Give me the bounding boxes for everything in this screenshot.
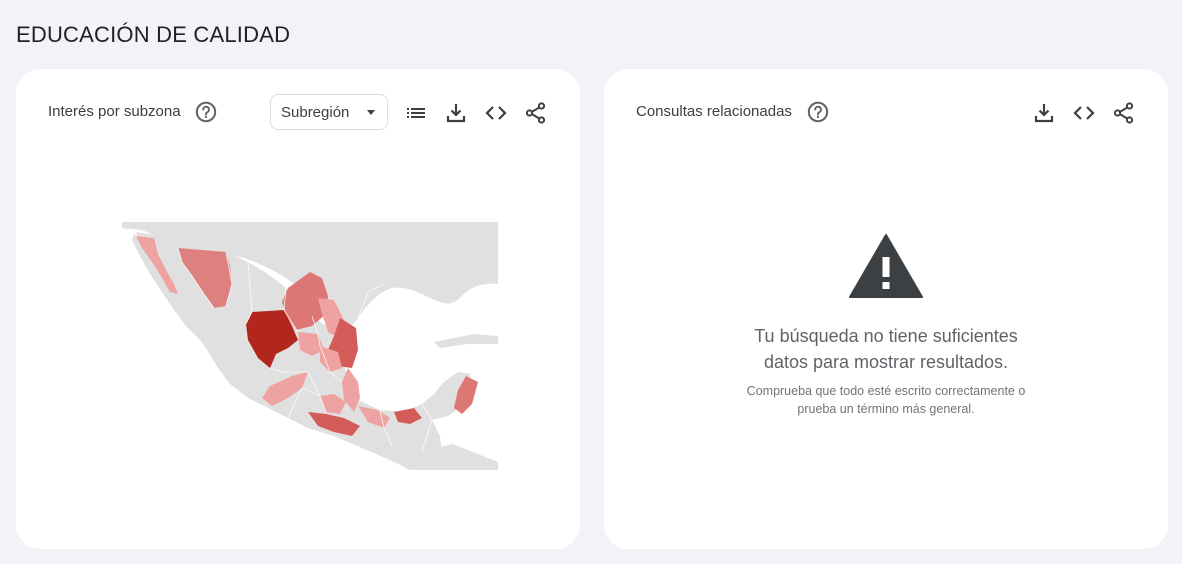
help-icon[interactable] <box>807 101 829 123</box>
embed-icon[interactable] <box>1072 101 1096 125</box>
region-level-select[interactable]: Subregión <box>270 94 388 130</box>
download-icon[interactable] <box>1032 101 1056 125</box>
card-title: Consultas relacionadas <box>636 103 792 120</box>
share-icon[interactable] <box>1112 101 1136 125</box>
help-icon[interactable] <box>195 101 217 123</box>
caribbean-region <box>434 334 498 348</box>
download-icon[interactable] <box>444 101 468 125</box>
interest-by-subregion-card: Interés por subzona Subregión <box>16 69 580 549</box>
list-icon[interactable] <box>404 101 428 125</box>
mexico-subregion-map[interactable] <box>122 222 498 470</box>
message-line-2: datos para mostrar resultados. <box>763 352 1009 372</box>
related-queries-card: Consultas relacionadas Tu búsqueda no ti… <box>604 69 1168 549</box>
embed-icon[interactable] <box>484 101 508 125</box>
warning-icon <box>849 234 923 298</box>
page-title: EDUCACIÓN DE CALIDAD <box>16 22 291 47</box>
no-data-message: Tu búsqueda no tiene suficientes datos p… <box>664 323 1108 375</box>
card-title: Interés por subzona <box>48 103 181 120</box>
no-data-hint: Comprueba que todo esté escrito correcta… <box>704 382 1068 418</box>
hint-line-2: prueba un término más general. <box>797 402 975 416</box>
share-icon[interactable] <box>524 101 548 125</box>
message-line-1: Tu búsqueda no tiene suficientes <box>754 326 1018 346</box>
chevron-down-icon <box>367 110 375 115</box>
hint-line-1: Comprueba que todo esté escrito correcta… <box>746 384 1026 398</box>
select-label: Subregión <box>281 104 350 121</box>
